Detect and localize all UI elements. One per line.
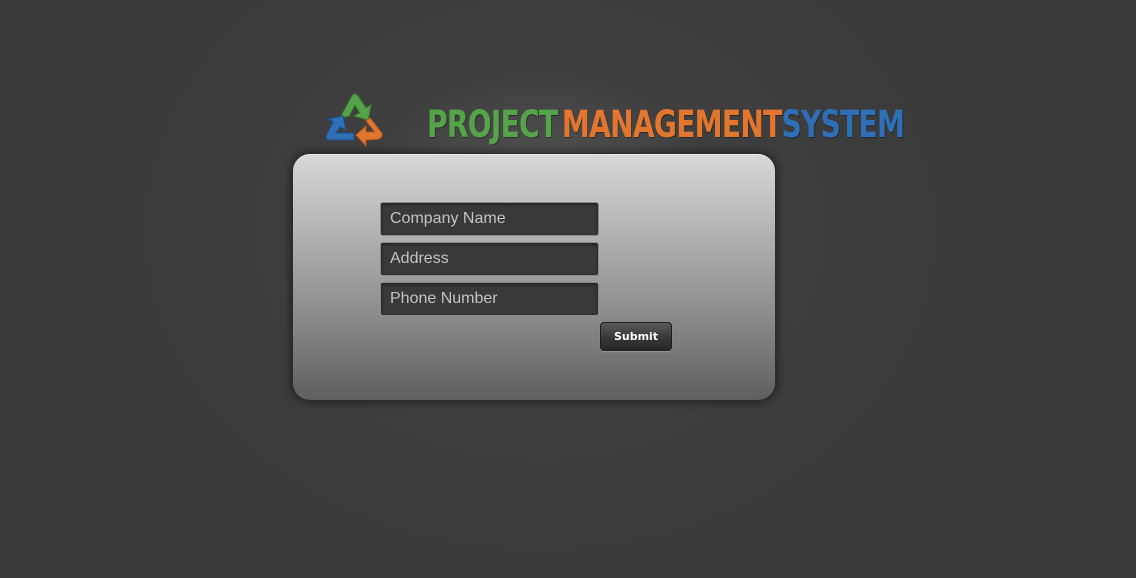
company-name-input[interactable] [380,202,599,236]
title-word-project: PROJECT [427,103,558,146]
title-word-system: SYSTEM [781,103,905,146]
registration-panel: Submit [292,153,776,401]
app-title: PROJECT MANAGEMENTSYSTEM [427,102,905,148]
recycle-arrows-icon [325,93,383,148]
address-input[interactable] [380,242,599,276]
phone-number-input[interactable] [380,282,599,316]
title-word-management: MANAGEMENT [561,103,782,146]
submit-button[interactable]: Submit [600,322,672,351]
